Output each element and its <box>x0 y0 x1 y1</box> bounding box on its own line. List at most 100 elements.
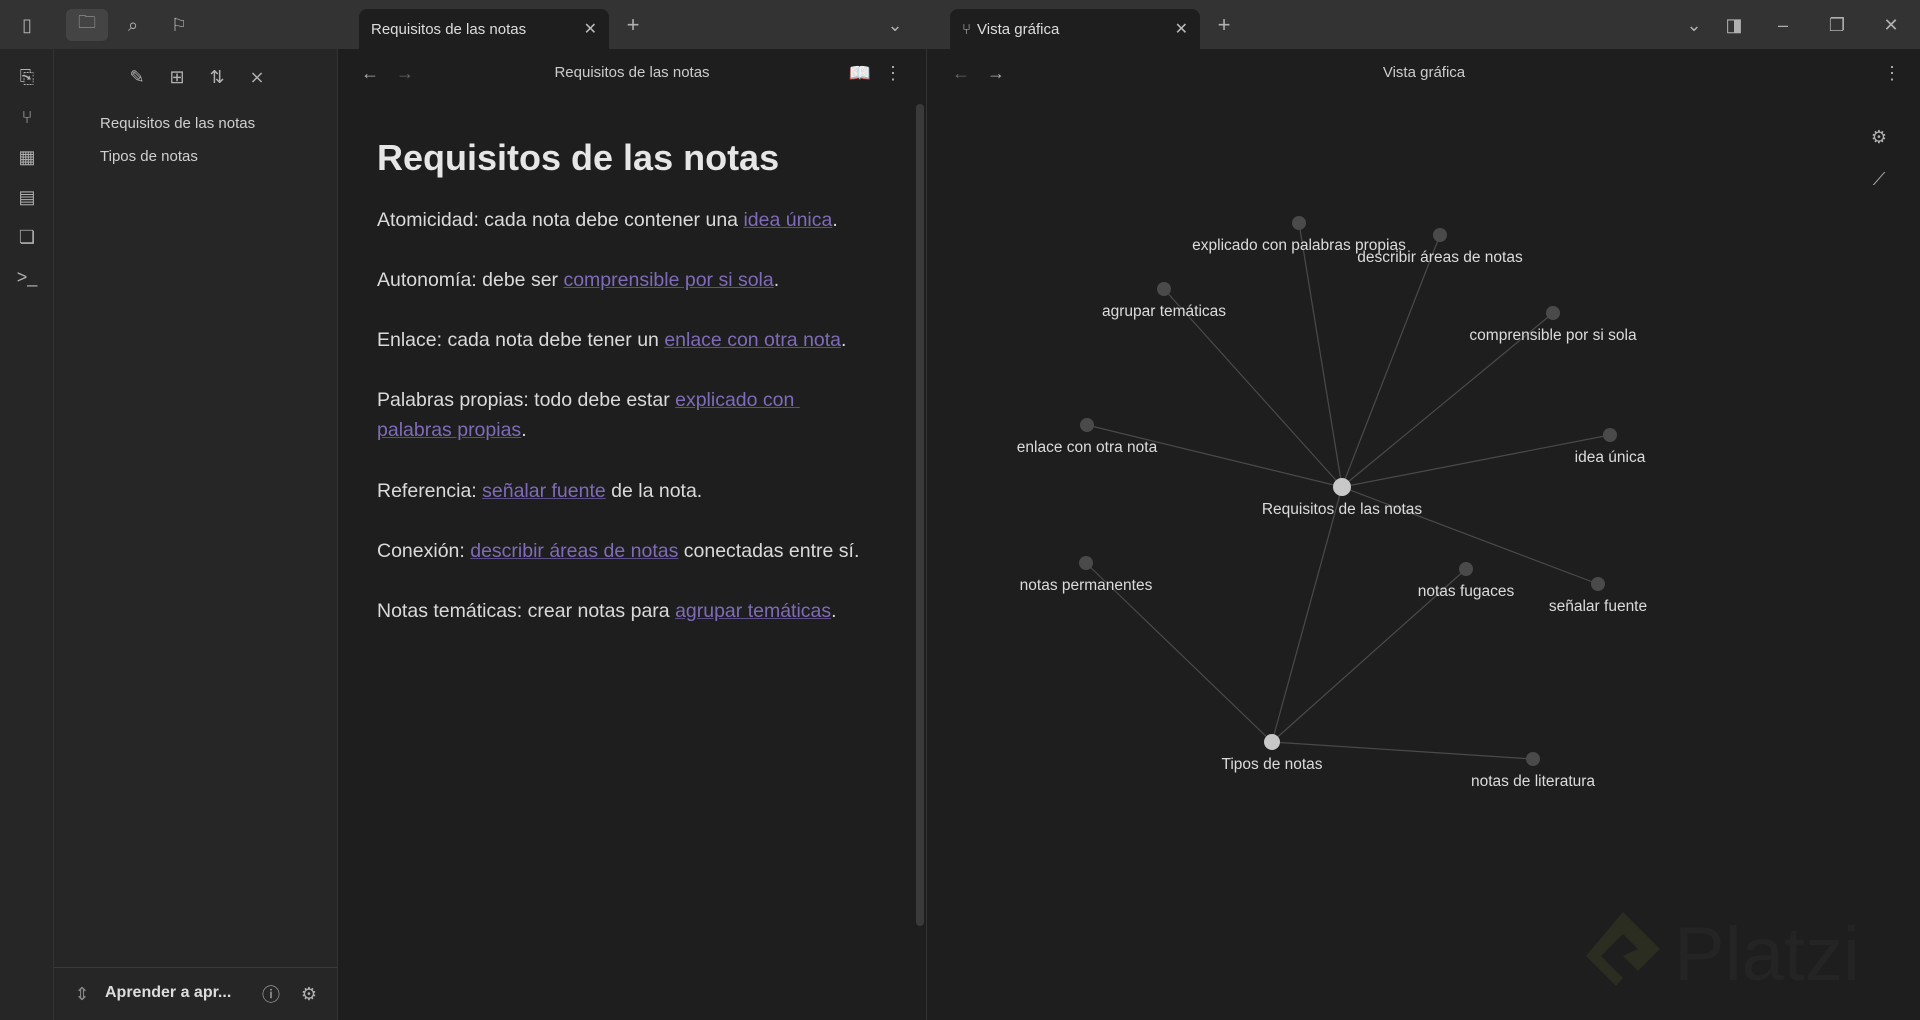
file-item[interactable]: Requisitos de las notas <box>100 115 255 132</box>
graph-node-label: notas fugaces <box>1417 583 1515 600</box>
canvas-icon[interactable]: ▦ <box>14 144 40 170</box>
graph-node[interactable] <box>1459 562 1473 576</box>
graph-node[interactable] <box>1292 216 1306 230</box>
close-icon[interactable]: ✕ <box>1175 19 1188 39</box>
window-close-icon[interactable]: ✕ <box>1878 12 1904 38</box>
graph-node-label: agrupar temáticas <box>1101 303 1227 320</box>
paragraph-text: . <box>831 600 837 622</box>
minimize-icon[interactable]: – <box>1770 12 1796 38</box>
internal-link[interactable]: enlace con otra nota <box>664 329 841 351</box>
vault-switch-icon[interactable]: ⇕ <box>72 981 92 1007</box>
tab-vista-grafica[interactable]: ⑂ Vista gráfica ✕ <box>950 9 1200 49</box>
paragraph-text: . <box>773 269 780 291</box>
graph-node[interactable] <box>1157 282 1171 296</box>
internal-link[interactable]: señalar fuente <box>482 480 606 502</box>
paragraph-text: . <box>832 209 838 231</box>
settings-icon[interactable]: ⚙ <box>296 981 322 1007</box>
graph-edge <box>1341 234 1441 488</box>
search-icon[interactable]: ⌕ <box>120 12 146 38</box>
graph-node[interactable] <box>1264 734 1280 750</box>
note-title: Requisitos de las notas <box>377 137 780 178</box>
graph-node-label: describir áreas de notas <box>1357 249 1523 266</box>
paragraph: Enlace: cada nota debe tener un enlace c… <box>377 325 877 355</box>
new-folder-icon[interactable]: ⊞ <box>164 64 190 90</box>
graph-node[interactable] <box>1433 228 1447 242</box>
paragraph-text: Conexión: <box>377 540 471 562</box>
platzi-logo-icon <box>1586 912 1660 986</box>
divider <box>54 967 337 968</box>
quick-switcher-icon[interactable]: ⎘ <box>14 64 40 90</box>
graph-canvas[interactable] <box>928 49 1920 1020</box>
vault-name[interactable]: Aprender a apr... <box>105 984 231 1002</box>
graph-node-label: comprensible por si sola <box>1469 327 1637 344</box>
paragraph: Referencia: señalar fuente de la nota. <box>377 476 877 506</box>
scrollbar[interactable] <box>916 104 924 926</box>
graph-node[interactable] <box>1333 478 1351 496</box>
graph-node[interactable] <box>1591 577 1605 591</box>
graph-node[interactable] <box>1079 556 1093 570</box>
sort-icon[interactable]: ⇅ <box>204 64 230 90</box>
paragraph-text: Notas temáticas: crear notas para <box>377 600 676 622</box>
file-item[interactable]: Tipos de notas <box>100 148 198 165</box>
graph-node-label: idea única <box>1574 449 1646 466</box>
paragraph: Palabras propias: todo debe estar explic… <box>377 385 817 445</box>
graph-node-label: Tipos de notas <box>1221 756 1323 773</box>
graph-icon: ⑂ <box>962 20 972 38</box>
graph-node-label: Requisitos de las notas <box>1261 501 1423 518</box>
graph-view-icon[interactable]: ⑂ <box>14 104 40 130</box>
graph-node[interactable] <box>1080 418 1094 432</box>
close-icon[interactable]: ✕ <box>584 19 597 39</box>
graph-node-label: notas de literatura <box>1470 773 1596 790</box>
paragraph: Conexión: describir áreas de notas conec… <box>377 536 877 566</box>
platzi-watermark: Platzi <box>1578 904 1860 1004</box>
paragraph-text: Enlace: cada nota debe tener un <box>377 329 665 351</box>
tab-label: Requisitos de las notas <box>371 20 527 38</box>
ribbon: ⎘ ⑂ ▦ ▤ ❏ >_ <box>0 49 54 1020</box>
file-explorer: ✎ ⊞ ⇅ ⨯ Requisitos de las notas Tipos de… <box>54 49 338 1020</box>
paragraph-text: Autonomía: debe ser <box>377 269 564 291</box>
graph-node-label: señalar fuente <box>1548 598 1648 615</box>
paragraph: Notas temáticas: crear notas para agrupa… <box>377 596 877 626</box>
more-options-icon[interactable]: ⋮ <box>883 60 903 86</box>
internal-link[interactable]: idea única <box>743 209 832 231</box>
bookmark-icon[interactable]: ⚐ <box>166 12 192 38</box>
help-icon[interactable]: ⓘ <box>258 981 284 1007</box>
restore-icon[interactable]: ❐ <box>1824 12 1850 38</box>
new-note-icon[interactable]: ✎ <box>124 64 150 90</box>
paragraph-text: conectadas entre sí. <box>678 540 860 562</box>
calendar-icon[interactable]: ▤ <box>14 184 40 210</box>
new-tab-icon[interactable]: + <box>620 12 646 38</box>
new-tab-icon[interactable]: + <box>1211 12 1237 38</box>
view-header-title: Requisitos de las notas <box>554 64 710 81</box>
sidebar-toggle-icon[interactable]: ▯ <box>14 12 40 38</box>
paragraph-text: Palabras propias: todo debe estar <box>377 389 676 411</box>
reading-view-icon[interactable]: 📖 <box>847 60 873 86</box>
graph-view: ← → Vista gráfica ⋮ ⚙ ⟋ Requisitos de la… <box>928 49 1920 1020</box>
graph-edge <box>1271 486 1343 743</box>
graph-node[interactable] <box>1546 306 1560 320</box>
chevron-down-icon[interactable]: ⌄ <box>1681 12 1707 38</box>
editor-pane: ← → Requisitos de las notas 📖 ⋮ Requisit… <box>338 49 927 1020</box>
graph-node[interactable] <box>1526 752 1540 766</box>
paragraph: Autonomía: debe ser comprensible por si … <box>377 265 877 295</box>
internal-link[interactable]: agrupar temáticas <box>675 600 831 622</box>
tab-requisitos[interactable]: Requisitos de las notas ✕ <box>359 9 609 49</box>
graph-node-label: notas permanentes <box>1019 577 1153 594</box>
internal-link[interactable]: describir áreas de notas <box>470 540 678 562</box>
title-bar: ▯ 🗀 ⌕ ⚐ Requisitos de las notas ✕ + ⌄ ⑂ … <box>0 0 1920 49</box>
internal-link[interactable]: comprensible por si sola <box>563 269 773 291</box>
templates-icon[interactable]: ❏ <box>14 224 40 250</box>
chevron-down-icon[interactable]: ⌄ <box>882 12 908 38</box>
graph-edge <box>1298 222 1343 488</box>
graph-edge <box>1341 434 1611 488</box>
paragraph-text: Referencia: <box>377 480 483 502</box>
folder-icon[interactable]: 🗀 <box>66 9 108 41</box>
collapse-all-icon[interactable]: ⨯ <box>244 64 270 90</box>
right-sidebar-toggle-icon[interactable]: ◨ <box>1721 12 1747 38</box>
paragraph: Atomicidad: cada nota debe contener una … <box>377 205 877 235</box>
paragraph-text: . <box>521 419 527 441</box>
terminal-icon[interactable]: >_ <box>14 264 40 290</box>
paragraph-text: . <box>841 329 847 351</box>
graph-node-label: enlace con otra nota <box>1016 439 1158 456</box>
graph-node[interactable] <box>1603 428 1617 442</box>
